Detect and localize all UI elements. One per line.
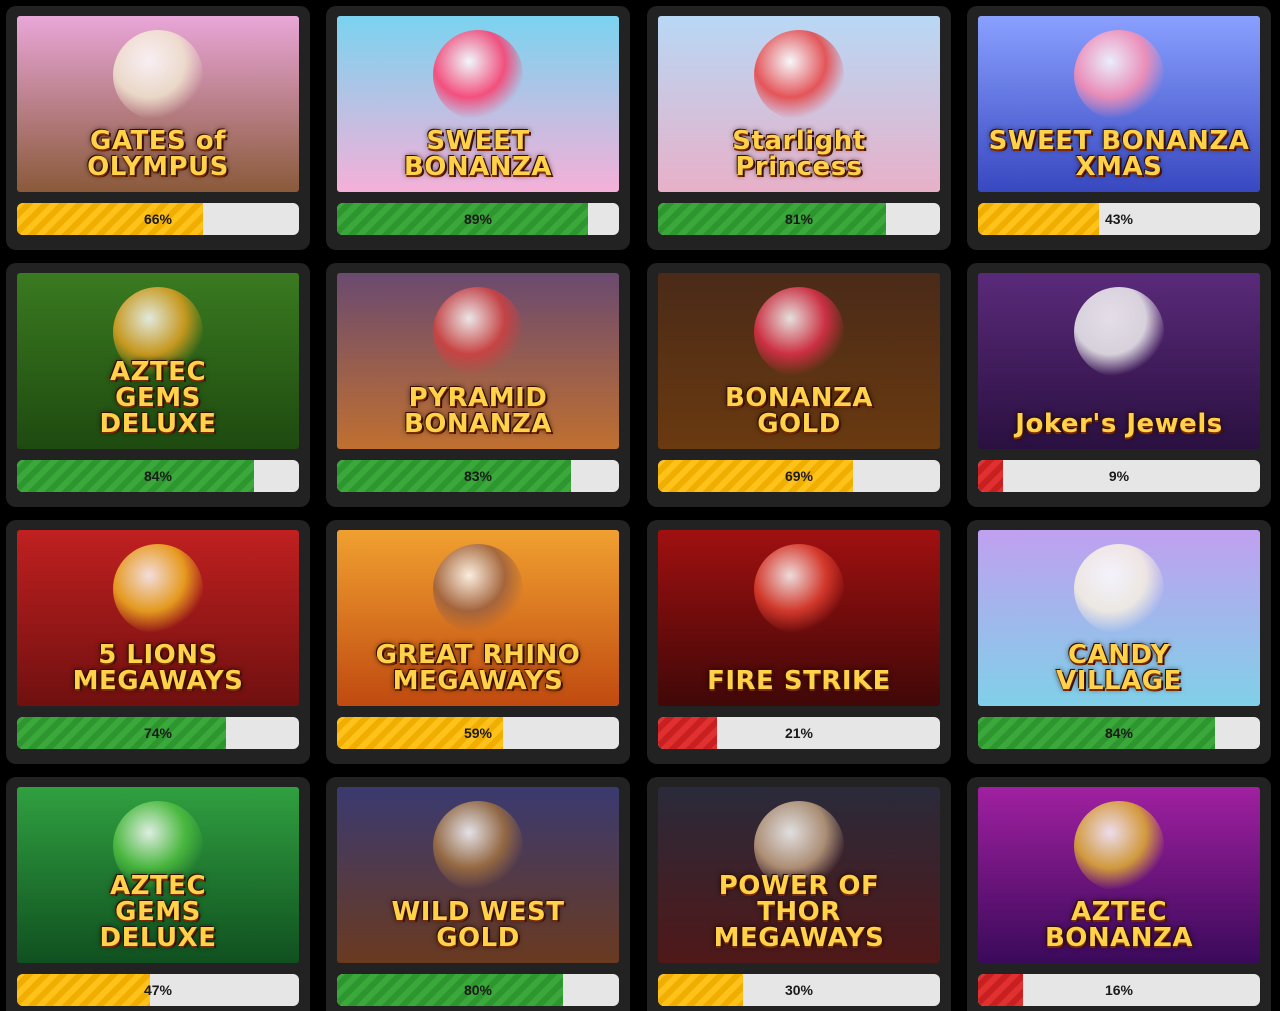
game-title: PYRAMID BONANZA bbox=[403, 383, 553, 439]
game-card[interactable]: AZTEC GEMS DELUXE 47% bbox=[6, 777, 310, 1011]
game-thumbnail[interactable]: GREAT RHINO MEGAWAYS bbox=[337, 530, 619, 706]
game-art-emblem bbox=[1074, 544, 1164, 634]
game-title: 5 LIONS MEGAWAYS bbox=[72, 640, 244, 696]
game-art-emblem bbox=[113, 544, 203, 634]
game-thumbnail[interactable]: FIRE STRIKE bbox=[658, 530, 940, 706]
rtp-progress-bar: 9% bbox=[978, 460, 1260, 492]
rtp-percent-label: 47% bbox=[143, 982, 173, 998]
game-art-emblem bbox=[1074, 30, 1164, 120]
game-title: Starlight Princess bbox=[732, 126, 866, 182]
game-title: BONANZA GOLD bbox=[724, 383, 874, 439]
game-card[interactable]: GATES of OLYMPUS 66% bbox=[6, 6, 310, 250]
rtp-progress-bar: 89% bbox=[337, 203, 619, 235]
game-art-emblem bbox=[433, 30, 523, 120]
rtp-progress-bar: 47% bbox=[17, 974, 299, 1006]
rtp-percent-label: 74% bbox=[143, 725, 173, 741]
rtp-progress-bar: 81% bbox=[658, 203, 940, 235]
game-title: SWEET BONANZA bbox=[403, 126, 553, 182]
rtp-progress-bar: 84% bbox=[978, 717, 1260, 749]
game-card[interactable]: GREAT RHINO MEGAWAYS 59% bbox=[326, 520, 630, 764]
game-thumbnail[interactable]: AZTEC GEMS DELUXE bbox=[17, 787, 299, 963]
game-art-emblem bbox=[1074, 801, 1164, 891]
game-grid: GATES of OLYMPUS 66% SWEET BONANZA 89% Starl… bbox=[0, 0, 1280, 1011]
game-title: AZTEC GEMS DELUXE bbox=[99, 871, 217, 953]
rtp-percent-label: 83% bbox=[463, 468, 493, 484]
game-thumbnail[interactable]: GATES of OLYMPUS bbox=[17, 16, 299, 192]
rtp-percent-label: 84% bbox=[143, 468, 173, 484]
rtp-progress-bar: 74% bbox=[17, 717, 299, 749]
game-title: GATES of OLYMPUS bbox=[87, 126, 229, 182]
rtp-progress-bar: 30% bbox=[658, 974, 940, 1006]
rtp-percent-label: 43% bbox=[1104, 211, 1134, 227]
game-art-emblem bbox=[433, 801, 523, 891]
game-art-emblem bbox=[1074, 287, 1164, 377]
rtp-progress-bar: 66% bbox=[17, 203, 299, 235]
game-card[interactable]: SWEET BONANZA 89% bbox=[326, 6, 630, 250]
game-card[interactable]: AZTEC GEMS DELUXE 84% bbox=[6, 263, 310, 507]
game-art-emblem bbox=[754, 287, 844, 377]
game-card[interactable]: AZTEC BONANZA 16% bbox=[967, 777, 1271, 1011]
game-thumbnail[interactable]: PYRAMID BONANZA bbox=[337, 273, 619, 449]
rtp-percent-label: 81% bbox=[784, 211, 814, 227]
game-art-emblem bbox=[754, 544, 844, 634]
rtp-percent-label: 66% bbox=[143, 211, 173, 227]
game-title: SWEET BONANZA XMAS bbox=[988, 126, 1250, 182]
game-thumbnail[interactable]: AZTEC BONANZA bbox=[978, 787, 1260, 963]
game-art-emblem bbox=[113, 30, 203, 120]
rtp-percent-label: 80% bbox=[463, 982, 493, 998]
game-card[interactable]: CANDY VILLAGE 84% bbox=[967, 520, 1271, 764]
rtp-percent-label: 9% bbox=[1108, 468, 1130, 484]
game-thumbnail[interactable]: SWEET BONANZA XMAS bbox=[978, 16, 1260, 192]
rtp-percent-label: 84% bbox=[1104, 725, 1134, 741]
game-thumbnail[interactable]: Starlight Princess bbox=[658, 16, 940, 192]
game-title: FIRE STRIKE bbox=[707, 666, 891, 696]
game-thumbnail[interactable]: AZTEC GEMS DELUXE bbox=[17, 273, 299, 449]
game-card[interactable]: 5 LIONS MEGAWAYS 74% bbox=[6, 520, 310, 764]
game-thumbnail[interactable]: CANDY VILLAGE bbox=[978, 530, 1260, 706]
game-card[interactable]: Joker's Jewels 9% bbox=[967, 263, 1271, 507]
rtp-progress-bar: 80% bbox=[337, 974, 619, 1006]
rtp-progress-bar: 16% bbox=[978, 974, 1260, 1006]
game-thumbnail[interactable]: WILD WEST GOLD bbox=[337, 787, 619, 963]
rtp-percent-label: 89% bbox=[463, 211, 493, 227]
game-card[interactable]: Starlight Princess 81% bbox=[647, 6, 951, 250]
game-card[interactable]: PYRAMID BONANZA 83% bbox=[326, 263, 630, 507]
game-title: AZTEC BONANZA bbox=[1044, 897, 1194, 953]
game-thumbnail[interactable]: SWEET BONANZA bbox=[337, 16, 619, 192]
rtp-progress-bar: 83% bbox=[337, 460, 619, 492]
rtp-percent-label: 16% bbox=[1104, 982, 1134, 998]
game-card[interactable]: SWEET BONANZA XMAS 43% bbox=[967, 6, 1271, 250]
rtp-percent-label: 30% bbox=[784, 982, 814, 998]
game-thumbnail[interactable]: Joker's Jewels bbox=[978, 273, 1260, 449]
game-card[interactable]: WILD WEST GOLD 80% bbox=[326, 777, 630, 1011]
game-title: POWER OF THOR MEGAWAYS bbox=[713, 871, 885, 953]
rtp-percent-label: 21% bbox=[784, 725, 814, 741]
game-title: CANDY VILLAGE bbox=[1056, 640, 1182, 696]
game-title: Joker's Jewels bbox=[1015, 409, 1223, 439]
game-art-emblem bbox=[754, 30, 844, 120]
game-card[interactable]: FIRE STRIKE 21% bbox=[647, 520, 951, 764]
rtp-progress-bar: 21% bbox=[658, 717, 940, 749]
game-thumbnail[interactable]: 5 LIONS MEGAWAYS bbox=[17, 530, 299, 706]
game-title: WILD WEST GOLD bbox=[391, 897, 565, 953]
rtp-progress-bar: 59% bbox=[337, 717, 619, 749]
rtp-percent-label: 69% bbox=[784, 468, 814, 484]
game-art-emblem bbox=[433, 287, 523, 377]
rtp-progress-bar: 69% bbox=[658, 460, 940, 492]
game-art-emblem bbox=[433, 544, 523, 634]
game-card[interactable]: POWER OF THOR MEGAWAYS 30% bbox=[647, 777, 951, 1011]
rtp-percent-label: 59% bbox=[463, 725, 493, 741]
game-title: AZTEC GEMS DELUXE bbox=[99, 357, 217, 439]
game-title: GREAT RHINO MEGAWAYS bbox=[375, 640, 581, 696]
rtp-progress-bar: 84% bbox=[17, 460, 299, 492]
rtp-progress-bar: 43% bbox=[978, 203, 1260, 235]
game-thumbnail[interactable]: BONANZA GOLD bbox=[658, 273, 940, 449]
game-thumbnail[interactable]: POWER OF THOR MEGAWAYS bbox=[658, 787, 940, 963]
game-card[interactable]: BONANZA GOLD 69% bbox=[647, 263, 951, 507]
